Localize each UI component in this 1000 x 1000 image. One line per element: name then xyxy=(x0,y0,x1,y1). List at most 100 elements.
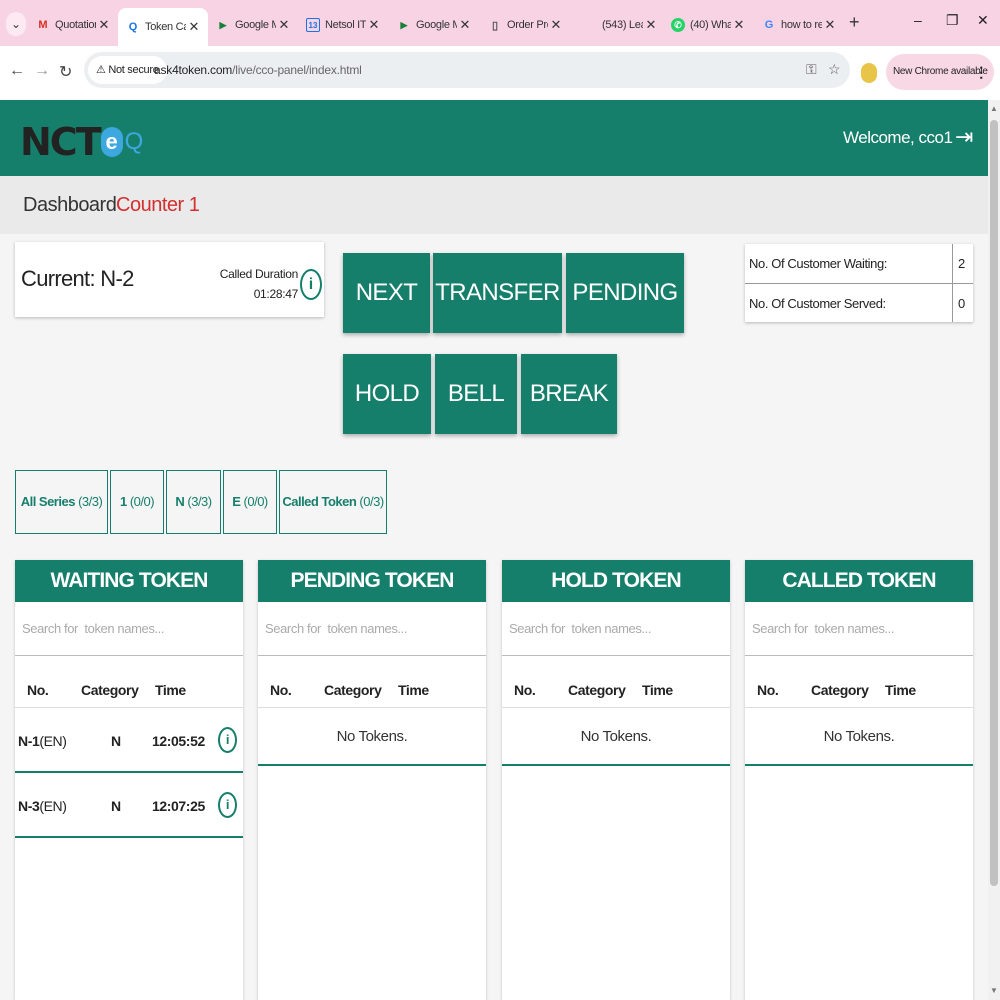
url-path: /live/cco-panel/index.html xyxy=(232,63,362,77)
browser-tab-active[interactable]: Q Token Calli ✕ xyxy=(118,8,208,46)
series-tab-name: Called Token xyxy=(282,494,357,509)
new-chrome-available-button[interactable]: New Chrome available ⋮ xyxy=(886,54,994,90)
transfer-button[interactable]: TRANSFER xyxy=(433,253,562,333)
close-tab-icon[interactable]: ✕ xyxy=(366,17,382,33)
hold-button[interactable]: HOLD xyxy=(343,354,431,434)
restore-icon[interactable]: ❐ xyxy=(946,12,959,29)
series-tab-count: (3/3) xyxy=(78,494,103,509)
browser-tab[interactable]: ▯ Order Proc ✕ xyxy=(480,10,570,40)
column-category: Category xyxy=(568,682,626,698)
breadcrumb-dashboard[interactable]: Dashboard xyxy=(23,194,117,217)
netq-logo: NCT e Q xyxy=(20,120,143,164)
bell-button[interactable]: BELL xyxy=(435,354,517,434)
hold-search-input[interactable] xyxy=(502,602,730,656)
url-text[interactable]: ask4token.com/live/cco-panel/index.html xyxy=(154,52,362,88)
browser-tab-bar: ⌄ M Quotation - ✕ Q Token Calli ✕ ▶ Goog… xyxy=(0,0,1000,46)
table-header: No. Category Time xyxy=(258,674,486,708)
pending-search-input[interactable] xyxy=(258,602,486,656)
column-time: Time xyxy=(398,682,429,698)
leads-icon xyxy=(583,18,597,32)
tab-title: how to ren xyxy=(781,19,822,31)
tab-title: (543) Leads xyxy=(602,19,643,31)
close-tab-icon[interactable]: ✕ xyxy=(276,17,292,33)
close-tab-icon[interactable]: ✕ xyxy=(457,17,473,33)
close-tab-icon[interactable]: ✕ xyxy=(731,17,747,33)
key-icon[interactable]: ⚿ xyxy=(806,61,817,78)
new-tab-icon[interactable]: + xyxy=(849,12,860,33)
kebab-menu-icon[interactable]: ⋮ xyxy=(974,54,988,90)
tab-title: Google Me xyxy=(235,19,276,31)
panel-title: WAITING TOKEN xyxy=(15,560,243,602)
welcome-text: Welcome, cco1 xyxy=(843,128,953,147)
tab-title: Order Proc xyxy=(507,19,548,31)
back-arrow-icon[interactable]: ← xyxy=(9,62,25,80)
info-icon[interactable]: i xyxy=(300,269,322,300)
series-tab-called-token[interactable]: Called Token (0/3) xyxy=(279,470,387,534)
minimize-icon[interactable]: – xyxy=(914,12,922,28)
tab-title: Quotation - xyxy=(55,19,96,31)
scroll-down-icon[interactable]: ▼ xyxy=(990,986,998,995)
empty-state: No Tokens. xyxy=(502,708,730,766)
close-tab-icon[interactable]: ✕ xyxy=(96,17,112,33)
tab-search-chevron-icon[interactable]: ⌄ xyxy=(6,12,26,36)
token-time: 12:05:52 xyxy=(152,733,205,749)
next-button[interactable]: NEXT xyxy=(343,253,430,333)
customer-served-label: No. Of Customer Served: xyxy=(749,296,886,311)
series-tab-e[interactable]: E (0/0) xyxy=(223,470,277,534)
info-icon[interactable]: i xyxy=(218,792,237,818)
browser-tab[interactable]: G how to ren ✕ xyxy=(754,10,844,40)
table-row[interactable]: N-1(EN) N 12:05:52 i xyxy=(15,708,243,773)
series-tab-name: All Series xyxy=(20,494,76,509)
table-row[interactable]: N-3(EN) N 12:07:25 i xyxy=(15,773,243,838)
close-tab-icon[interactable]: ✕ xyxy=(822,17,838,33)
omnibox[interactable]: ⚠ Not secure ask4token.com/live/cco-pane… xyxy=(84,52,850,88)
panel-title: CALLED TOKEN xyxy=(745,560,973,602)
break-button[interactable]: BREAK xyxy=(521,354,617,434)
table-header: No. Category Time xyxy=(502,674,730,708)
reload-icon[interactable]: ↻ xyxy=(59,62,72,82)
close-tab-icon[interactable]: ✕ xyxy=(643,17,659,33)
series-tab-all[interactable]: All Series (3/3) xyxy=(15,470,108,534)
info-icon[interactable]: i xyxy=(218,727,237,753)
panel-title: PENDING TOKEN xyxy=(258,560,486,602)
scrollbar-thumb[interactable] xyxy=(990,120,998,886)
gmail-icon: M xyxy=(38,19,48,31)
tab-title: Google Me xyxy=(416,19,457,31)
hold-token-panel: HOLD TOKEN No. Category Time No Tokens. xyxy=(502,560,730,1000)
star-bookmark-icon[interactable]: ☆ xyxy=(828,61,841,78)
logout-icon[interactable]: ⇥ xyxy=(955,124,973,150)
waiting-search-input[interactable] xyxy=(15,602,243,656)
customer-served-value: 0 xyxy=(952,284,973,322)
app-header: NCT e Q Welcome, cco1 ⇥ xyxy=(0,100,988,176)
column-no: No. xyxy=(270,682,292,698)
empty-state: No Tokens. xyxy=(745,708,973,766)
browser-tab[interactable]: (543) Leads ✕ xyxy=(575,10,665,40)
column-category: Category xyxy=(81,682,139,698)
profile-avatar-icon[interactable] xyxy=(861,63,877,83)
browser-tab[interactable]: ▶ Google Me ✕ xyxy=(208,10,298,40)
series-tab-count: (0/0) xyxy=(243,494,269,509)
browser-tab[interactable]: ✆ (40) Whats ✕ xyxy=(663,10,753,40)
series-tab-count: (3/3) xyxy=(187,494,212,509)
browser-tab[interactable]: 13 Netsol IT S ✕ xyxy=(298,10,388,40)
scroll-up-icon[interactable]: ▲ xyxy=(990,104,998,113)
browser-tab[interactable]: M Quotation - ✕ xyxy=(28,10,118,40)
called-search-input[interactable] xyxy=(745,602,973,656)
page-scrollbar[interactable]: ▲ ▼ xyxy=(988,100,1000,1000)
close-window-icon[interactable]: ✕ xyxy=(977,12,989,29)
series-tab-count: (0/0) xyxy=(129,494,155,509)
column-no: No. xyxy=(514,682,536,698)
close-tab-icon[interactable]: ✕ xyxy=(548,17,564,33)
forward-arrow-icon[interactable]: → xyxy=(34,62,50,80)
table-header: No. Category Time xyxy=(15,674,243,708)
column-no: No. xyxy=(27,682,49,698)
series-tab-n[interactable]: N (3/3) xyxy=(166,470,221,534)
token-category: N xyxy=(111,733,121,749)
close-tab-icon[interactable]: ✕ xyxy=(186,19,202,35)
order-icon: ▯ xyxy=(491,19,499,32)
series-tab-1[interactable]: 1 (0/0) xyxy=(110,470,164,534)
pending-button[interactable]: PENDING xyxy=(566,253,684,333)
tab-title: (40) Whats xyxy=(690,19,731,31)
browser-tab[interactable]: ▶ Google Me ✕ xyxy=(389,10,479,40)
whatsapp-icon: ✆ xyxy=(671,18,685,32)
